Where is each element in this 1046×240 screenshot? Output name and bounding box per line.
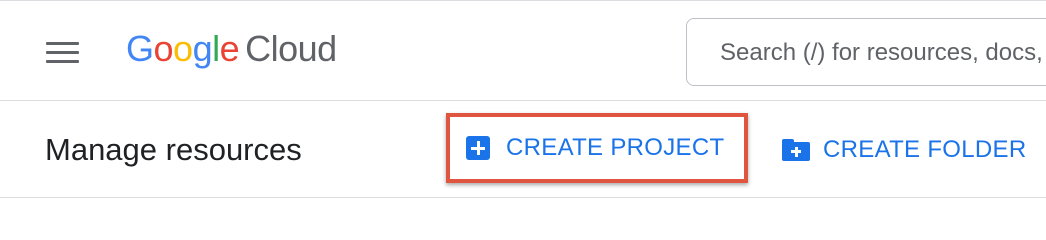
page: G o o g l e Cloud Manage resources CREAT… (0, 0, 1046, 210)
logo-letter: o (153, 28, 174, 69)
create-project-button[interactable]: CREATE PROJECT (446, 113, 748, 183)
page-title: Manage resources (45, 132, 302, 167)
google-cloud-logo[interactable]: G o o g l e Cloud (126, 28, 337, 78)
create-new-folder-icon (782, 139, 810, 161)
logo-product-name: Cloud (245, 28, 337, 69)
search-box[interactable] (686, 18, 1046, 86)
create-project-label: CREATE PROJECT (506, 134, 725, 161)
hamburger-menu-icon[interactable] (40, 35, 86, 71)
logo-letter: l (212, 28, 220, 69)
logo-letter: g (192, 28, 213, 69)
add-box-icon (466, 136, 490, 160)
search-input[interactable] (720, 37, 1046, 69)
top-navigation-bar: G o o g l e Cloud (0, 0, 1046, 101)
logo-letter: G (126, 28, 154, 69)
logo-letter: o (173, 28, 193, 69)
create-folder-label: CREATE FOLDER (823, 136, 1027, 163)
create-folder-button[interactable]: CREATE FOLDER (782, 132, 1026, 168)
logo-letter: e (219, 28, 240, 69)
